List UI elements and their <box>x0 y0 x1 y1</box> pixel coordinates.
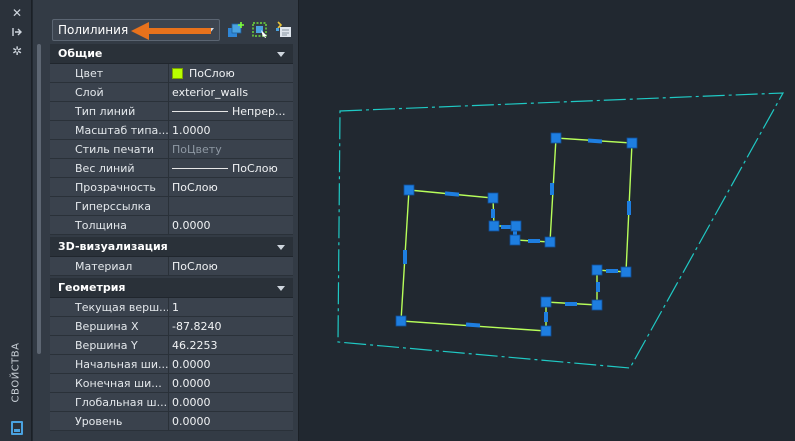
property-row-end-width[interactable]: Конечная ши... 0.0000 <box>50 374 293 393</box>
property-row-layer[interactable]: Слой exterior_walls <box>50 83 293 102</box>
property-row-thickness[interactable]: Толщина 0.0000 <box>50 216 293 235</box>
select-objects-icon[interactable] <box>251 21 269 39</box>
property-row-global-width[interactable]: Глобальная ш... 0.0000 <box>50 393 293 412</box>
scrollbar-thumb[interactable] <box>37 44 41 354</box>
linetype-sample <box>172 110 228 112</box>
collapse-icon[interactable] <box>277 52 285 57</box>
palette-title-bar: ✕ ✲ СВОЙСТВА <box>0 0 32 441</box>
property-row-lineweight[interactable]: Вес линий ПоСлою <box>50 159 293 178</box>
palette-title: СВОЙСТВА <box>10 342 22 402</box>
section-geometry-header[interactable]: Геометрия <box>50 278 293 298</box>
property-row-color[interactable]: Цвет ПоСлою <box>50 64 293 83</box>
toggle-pickadd-icon[interactable] <box>227 21 245 39</box>
palette-scrollbar[interactable] <box>36 44 42 354</box>
property-row-hyperlink[interactable]: Гиперссылка <box>50 197 293 216</box>
collapse-icon[interactable] <box>277 286 285 291</box>
collapse-icon[interactable] <box>277 245 285 250</box>
property-row-plot-style[interactable]: Стиль печати ПоЦвету <box>50 140 293 159</box>
property-row-linetype[interactable]: Тип линий Непрер... <box>50 102 293 121</box>
properties-palette: Полилиния Общие Цвет ПоСлою Слой exterio… <box>33 0 299 441</box>
color-swatch <box>172 67 183 79</box>
settings-icon[interactable]: ✲ <box>10 44 24 58</box>
property-row-vertex-y[interactable]: Вершина Y 46.2253 <box>50 336 293 355</box>
quick-select-icon[interactable] <box>275 21 293 39</box>
property-row-transparency[interactable]: Прозрачность ПоСлою <box>50 178 293 197</box>
close-icon[interactable]: ✕ <box>10 6 24 20</box>
drawing-canvas[interactable] <box>300 0 795 441</box>
section-general-header[interactable]: Общие <box>50 44 293 64</box>
autohide-icon[interactable] <box>10 25 24 39</box>
property-row-start-width[interactable]: Начальная ши... 0.0000 <box>50 355 293 374</box>
property-row-current-vertex[interactable]: Текущая верш... 1 <box>50 298 293 317</box>
palette-toolbar: Полилиния <box>33 0 299 44</box>
annotation-arrow-icon <box>131 22 211 40</box>
section-3d-visualization-header[interactable]: 3D-визуализация <box>50 237 293 257</box>
property-row-linetype-scale[interactable]: Масштаб типа... 1.0000 <box>50 121 293 140</box>
property-row-material[interactable]: Материал ПоСлою <box>50 257 293 276</box>
property-row-elevation[interactable]: Уровень 0.0000 <box>50 412 293 431</box>
properties-palette-icon <box>11 421 23 435</box>
property-row-vertex-x[interactable]: Вершина X -87.8240 <box>50 317 293 336</box>
property-grid: Общие Цвет ПоСлою Слой exterior_walls Ти… <box>50 44 293 431</box>
object-type-value: Полилиния <box>58 23 129 37</box>
lineweight-sample <box>172 167 228 169</box>
